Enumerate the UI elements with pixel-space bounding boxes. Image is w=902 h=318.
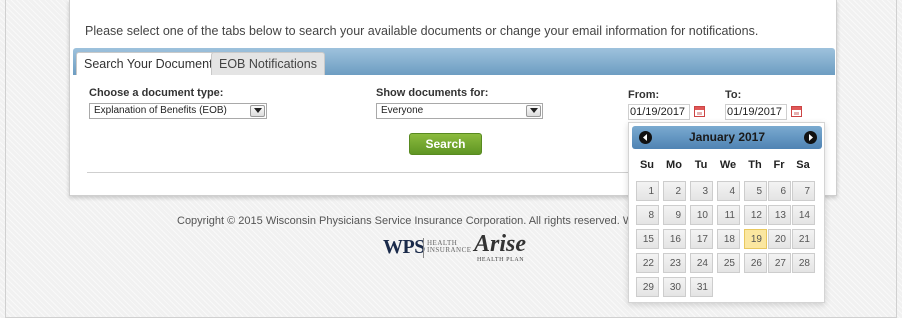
calendar-icon[interactable] xyxy=(791,106,802,117)
calendar-day[interactable]: 4 xyxy=(717,181,740,201)
calendar-day[interactable]: 30 xyxy=(663,277,686,297)
calendar-day[interactable]: 9 xyxy=(663,205,686,225)
weekday-header: Fr xyxy=(773,159,785,171)
wps-logo: WPS xyxy=(383,236,425,258)
chevron-down-icon[interactable] xyxy=(250,105,265,117)
calendar-icon[interactable] xyxy=(694,106,705,117)
next-month-icon[interactable] xyxy=(804,131,817,144)
calendar-day[interactable]: 20 xyxy=(768,229,791,249)
weekday-header: Sa xyxy=(796,159,810,171)
tab-bar: Search Your Documents EOB Notifications xyxy=(73,48,835,75)
arise-logo: Arise xyxy=(474,231,527,257)
calendar-day[interactable]: 1 xyxy=(636,181,659,201)
calendar-day[interactable]: 11 xyxy=(717,205,740,225)
to-date-label: To: xyxy=(725,89,742,101)
calendar-day[interactable]: 5 xyxy=(744,181,767,201)
document-type-value: Explanation of Benefits (EOB) xyxy=(94,105,227,116)
to-date-input[interactable]: 01/19/2017 xyxy=(725,104,787,120)
calendar-header: January 2017 xyxy=(632,126,822,149)
calendar-day[interactable]: 6 xyxy=(768,181,791,201)
document-type-select[interactable]: Explanation of Benefits (EOB) xyxy=(89,103,267,119)
show-documents-for-select[interactable]: Everyone xyxy=(376,103,543,119)
calendar-day[interactable]: 23 xyxy=(663,253,686,273)
calendar-day[interactable]: 28 xyxy=(792,253,815,273)
search-button[interactable]: Search xyxy=(409,133,482,155)
calendar-day[interactable]: 17 xyxy=(690,229,713,249)
calendar-day[interactable]: 3 xyxy=(690,181,713,201)
document-type-label: Choose a document type: xyxy=(89,87,224,99)
calendar-day[interactable]: 21 xyxy=(792,229,815,249)
intro-text: Please select one of the tabs below to s… xyxy=(85,24,759,38)
from-date-input[interactable]: 01/19/2017 xyxy=(628,104,690,120)
calendar-day[interactable]: 2 xyxy=(663,181,686,201)
calendar-day[interactable]: 24 xyxy=(690,253,713,273)
weekday-header: Tu xyxy=(694,159,708,171)
logo-separator xyxy=(423,238,424,258)
calendar-day[interactable]: 10 xyxy=(690,205,713,225)
calendar-day[interactable]: 26 xyxy=(744,253,767,273)
calendar-day[interactable]: 16 xyxy=(663,229,686,249)
tab-search-documents[interactable]: Search Your Documents xyxy=(76,52,227,75)
calendar-day[interactable]: 22 xyxy=(636,253,659,273)
calendar-day[interactable]: 7 xyxy=(792,181,815,201)
show-documents-for-label: Show documents for: xyxy=(376,87,489,99)
health-insurance-logo-text: HEALTH INSURANCE xyxy=(427,239,472,254)
calendar-day[interactable]: 29 xyxy=(636,277,659,297)
datepicker-popup: January 2017 Su Mo Tu We Th Fr Sa 1 2 3 4 5 6 7 8 9 10 1… xyxy=(628,122,825,303)
tab-eob-notifications[interactable]: EOB Notifications xyxy=(211,52,325,75)
calendar-day[interactable]: 12 xyxy=(744,205,767,225)
show-documents-for-value: Everyone xyxy=(381,105,424,116)
chevron-down-icon[interactable] xyxy=(526,105,541,117)
arise-logo-subtitle: HEALTH PLAN xyxy=(477,257,525,263)
calendar-day-today[interactable]: 19 xyxy=(744,229,767,249)
weekday-header: Su xyxy=(639,159,655,171)
weekday-header: We xyxy=(719,159,737,171)
from-date-label: From: xyxy=(628,89,660,101)
calendar-day[interactable]: 31 xyxy=(690,277,713,297)
weekday-header: Mo xyxy=(666,159,682,171)
calendar-day[interactable]: 8 xyxy=(636,205,659,225)
calendar-day[interactable]: 15 xyxy=(636,229,659,249)
calendar-day[interactable]: 13 xyxy=(768,205,791,225)
calendar-month-title: January 2017 xyxy=(688,130,766,144)
calendar-day[interactable]: 25 xyxy=(717,253,740,273)
calendar-day[interactable]: 18 xyxy=(717,229,740,249)
calendar-day[interactable]: 27 xyxy=(768,253,791,273)
weekday-header: Th xyxy=(748,159,762,171)
copyright-text: Copyright © 2015 Wisconsin Physicians Se… xyxy=(177,215,629,227)
calendar-day[interactable]: 14 xyxy=(792,205,815,225)
